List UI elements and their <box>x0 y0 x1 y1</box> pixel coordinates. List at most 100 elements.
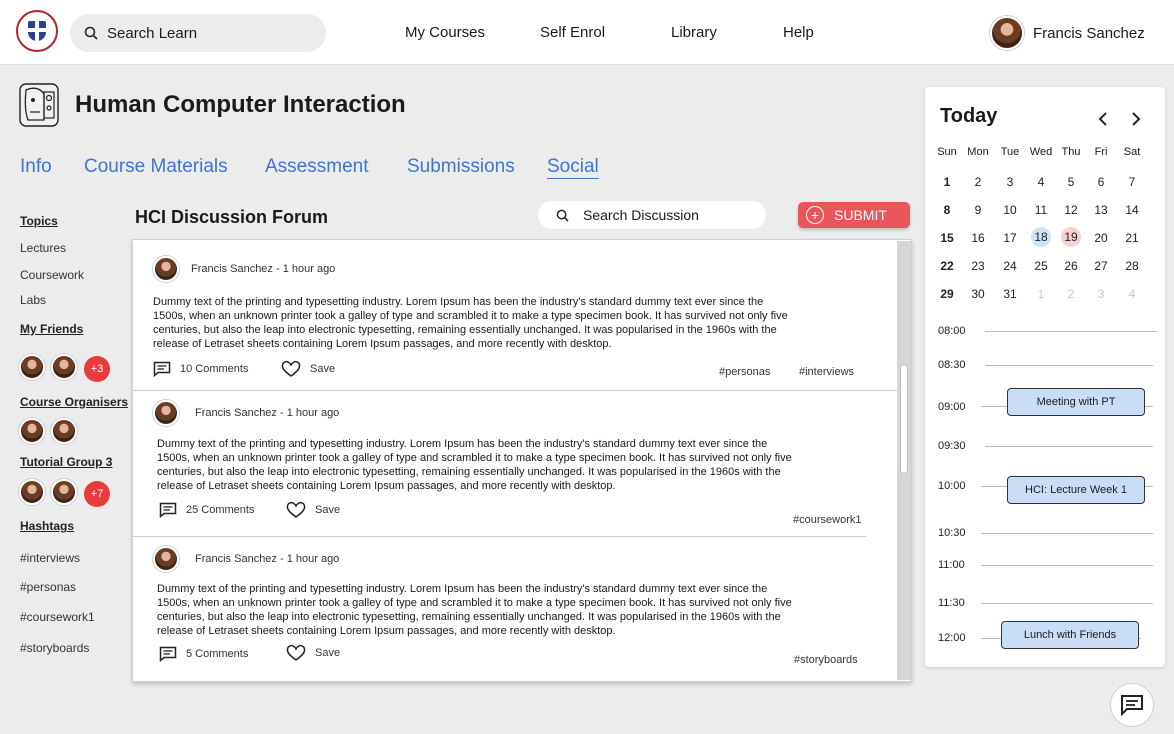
tab-assessment[interactable]: Assessment <box>265 156 368 178</box>
calendar-day[interactable]: 10 <box>995 203 1025 217</box>
avatar[interactable] <box>153 400 179 426</box>
nav-my-courses[interactable]: My Courses <box>405 24 485 41</box>
friends-more-badge[interactable]: +3 <box>84 356 110 382</box>
post-hashtag[interactable]: #coursework1 <box>793 514 861 526</box>
calendar-day[interactable]: 9 <box>963 203 993 217</box>
sidebar-hashtag[interactable]: #personas <box>20 580 76 594</box>
avatar[interactable] <box>153 256 179 282</box>
calendar-day[interactable]: 4 <box>1026 175 1056 189</box>
calendar-day[interactable]: 24 <box>995 259 1025 273</box>
tab-info[interactable]: Info <box>20 156 52 178</box>
heart-icon <box>286 501 306 518</box>
organiser-avatar[interactable] <box>19 418 45 444</box>
calendar-event[interactable]: Meeting with PT <box>1007 388 1145 416</box>
sidebar-organisers-heading[interactable]: Course Organisers <box>20 395 128 409</box>
calendar-event[interactable]: Lunch with Friends <box>1001 621 1139 649</box>
tab-submissions[interactable]: Submissions <box>407 156 515 178</box>
time-label: 09:00 <box>938 401 966 413</box>
save-button[interactable]: Save <box>281 360 335 378</box>
friend-avatar[interactable] <box>51 354 77 380</box>
calendar-day[interactable]: 12 <box>1056 203 1086 217</box>
chevron-left-icon[interactable] <box>1097 111 1109 127</box>
calendar-day[interactable]: 31 <box>995 287 1025 301</box>
chevron-right-icon[interactable] <box>1130 111 1142 127</box>
course-robot-icon <box>19 83 59 127</box>
chat-button[interactable] <box>1110 683 1154 727</box>
save-label: Save <box>315 647 341 659</box>
calendar-day[interactable]: 8 <box>932 203 962 217</box>
calendar-day[interactable]: 15 <box>932 231 962 245</box>
forum-post-list[interactable]: Francis Sanchez - 1 hour ago Dummy text … <box>132 239 912 682</box>
nav-library[interactable]: Library <box>671 24 717 41</box>
nav-self-enrol[interactable]: Self Enrol <box>540 24 605 41</box>
calendar-day[interactable]: 1 <box>1026 287 1056 301</box>
tab-course-materials[interactable]: Course Materials <box>84 156 228 178</box>
sidebar-tutorial-heading[interactable]: Tutorial Group 3 <box>20 455 112 469</box>
tutorial-more-badge[interactable]: +7 <box>84 481 110 507</box>
avatar[interactable] <box>153 546 179 572</box>
calendar-day[interactable]: 13 <box>1086 203 1116 217</box>
calendar-day[interactable]: 3 <box>995 175 1025 189</box>
time-label: 11:30 <box>938 597 965 609</box>
calendar-day[interactable]: 1 <box>932 175 962 189</box>
calendar-day[interactable]: 5 <box>1056 175 1086 189</box>
calendar-day[interactable]: 2 <box>1056 287 1086 301</box>
post-hashtag[interactable]: #personas <box>719 366 770 378</box>
save-button[interactable]: Save <box>286 644 340 662</box>
sidebar-item-lectures[interactable]: Lectures <box>20 241 66 255</box>
sidebar-friends-heading[interactable]: My Friends <box>20 322 83 336</box>
comments-button[interactable]: 5 Comments <box>159 646 248 662</box>
post-line: Dummy text of the printing and typesetti… <box>153 296 764 308</box>
tab-social[interactable]: Social <box>547 156 599 178</box>
sidebar-hashtag[interactable]: #interviews <box>20 551 80 565</box>
search-discussion-input[interactable]: Search Discussion <box>538 201 766 229</box>
calendar-day[interactable]: 29 <box>932 287 962 301</box>
post-line: 1500s, when an unknown printer took a ga… <box>157 597 792 609</box>
calendar-day[interactable]: 2 <box>963 175 993 189</box>
save-button[interactable]: Save <box>286 501 340 519</box>
forum-scrollbar-thumb[interactable] <box>900 364 908 474</box>
calendar-day[interactable]: 28 <box>1117 259 1147 273</box>
comments-button[interactable]: 25 Comments <box>159 502 254 518</box>
sidebar-hashtag[interactable]: #coursework1 <box>20 610 95 624</box>
calendar-day[interactable]: 19 <box>1061 227 1081 247</box>
calendar-day[interactable]: 21 <box>1117 231 1147 245</box>
sidebar-topics-heading[interactable]: Topics <box>20 214 58 228</box>
user-profile[interactable]: Francis Sanchez <box>990 16 1145 50</box>
calendar-day[interactable]: 22 <box>932 259 962 273</box>
calendar-day[interactable]: 7 <box>1117 175 1147 189</box>
calendar-event[interactable]: HCI: Lecture Week 1 <box>1007 476 1145 504</box>
calendar-day[interactable]: 4 <box>1117 287 1147 301</box>
comments-button[interactable]: 10 Comments <box>153 361 248 377</box>
calendar-day[interactable]: 14 <box>1117 203 1147 217</box>
sidebar-item-labs[interactable]: Labs <box>20 293 46 307</box>
calendar-day[interactable]: 26 <box>1056 259 1086 273</box>
post-meta: Francis Sanchez - 1 hour ago <box>153 546 339 572</box>
tutorial-avatar[interactable] <box>19 479 45 505</box>
organiser-avatar[interactable] <box>51 418 77 444</box>
sidebar-hashtags-heading[interactable]: Hashtags <box>20 519 74 533</box>
nav-help[interactable]: Help <box>783 24 814 41</box>
tutorial-avatar[interactable] <box>51 479 77 505</box>
calendar-day[interactable]: 11 <box>1026 203 1056 217</box>
course-title: Human Computer Interaction <box>75 91 406 118</box>
university-logo-icon[interactable] <box>16 10 58 52</box>
post-hashtag[interactable]: #storyboards <box>794 654 858 666</box>
calendar-day[interactable]: 16 <box>963 231 993 245</box>
sidebar-hashtag[interactable]: #storyboards <box>20 641 89 655</box>
calendar-day[interactable]: 17 <box>995 231 1025 245</box>
calendar-day[interactable]: 18 <box>1031 227 1051 247</box>
search-learn-input[interactable]: Search Learn <box>70 14 326 52</box>
submit-button[interactable]: + SUBMIT <box>798 202 910 228</box>
sidebar-item-coursework[interactable]: Coursework <box>20 268 84 282</box>
calendar-day[interactable]: 27 <box>1086 259 1116 273</box>
post-hashtag[interactable]: #interviews <box>799 366 854 378</box>
calendar-day[interactable]: 23 <box>963 259 993 273</box>
post-line: Dummy text of the printing and typesetti… <box>157 583 768 595</box>
calendar-day[interactable]: 30 <box>963 287 993 301</box>
calendar-day[interactable]: 6 <box>1086 175 1116 189</box>
calendar-day[interactable]: 25 <box>1026 259 1056 273</box>
calendar-day[interactable]: 20 <box>1086 231 1116 245</box>
calendar-day[interactable]: 3 <box>1086 287 1116 301</box>
friend-avatar[interactable] <box>19 354 45 380</box>
